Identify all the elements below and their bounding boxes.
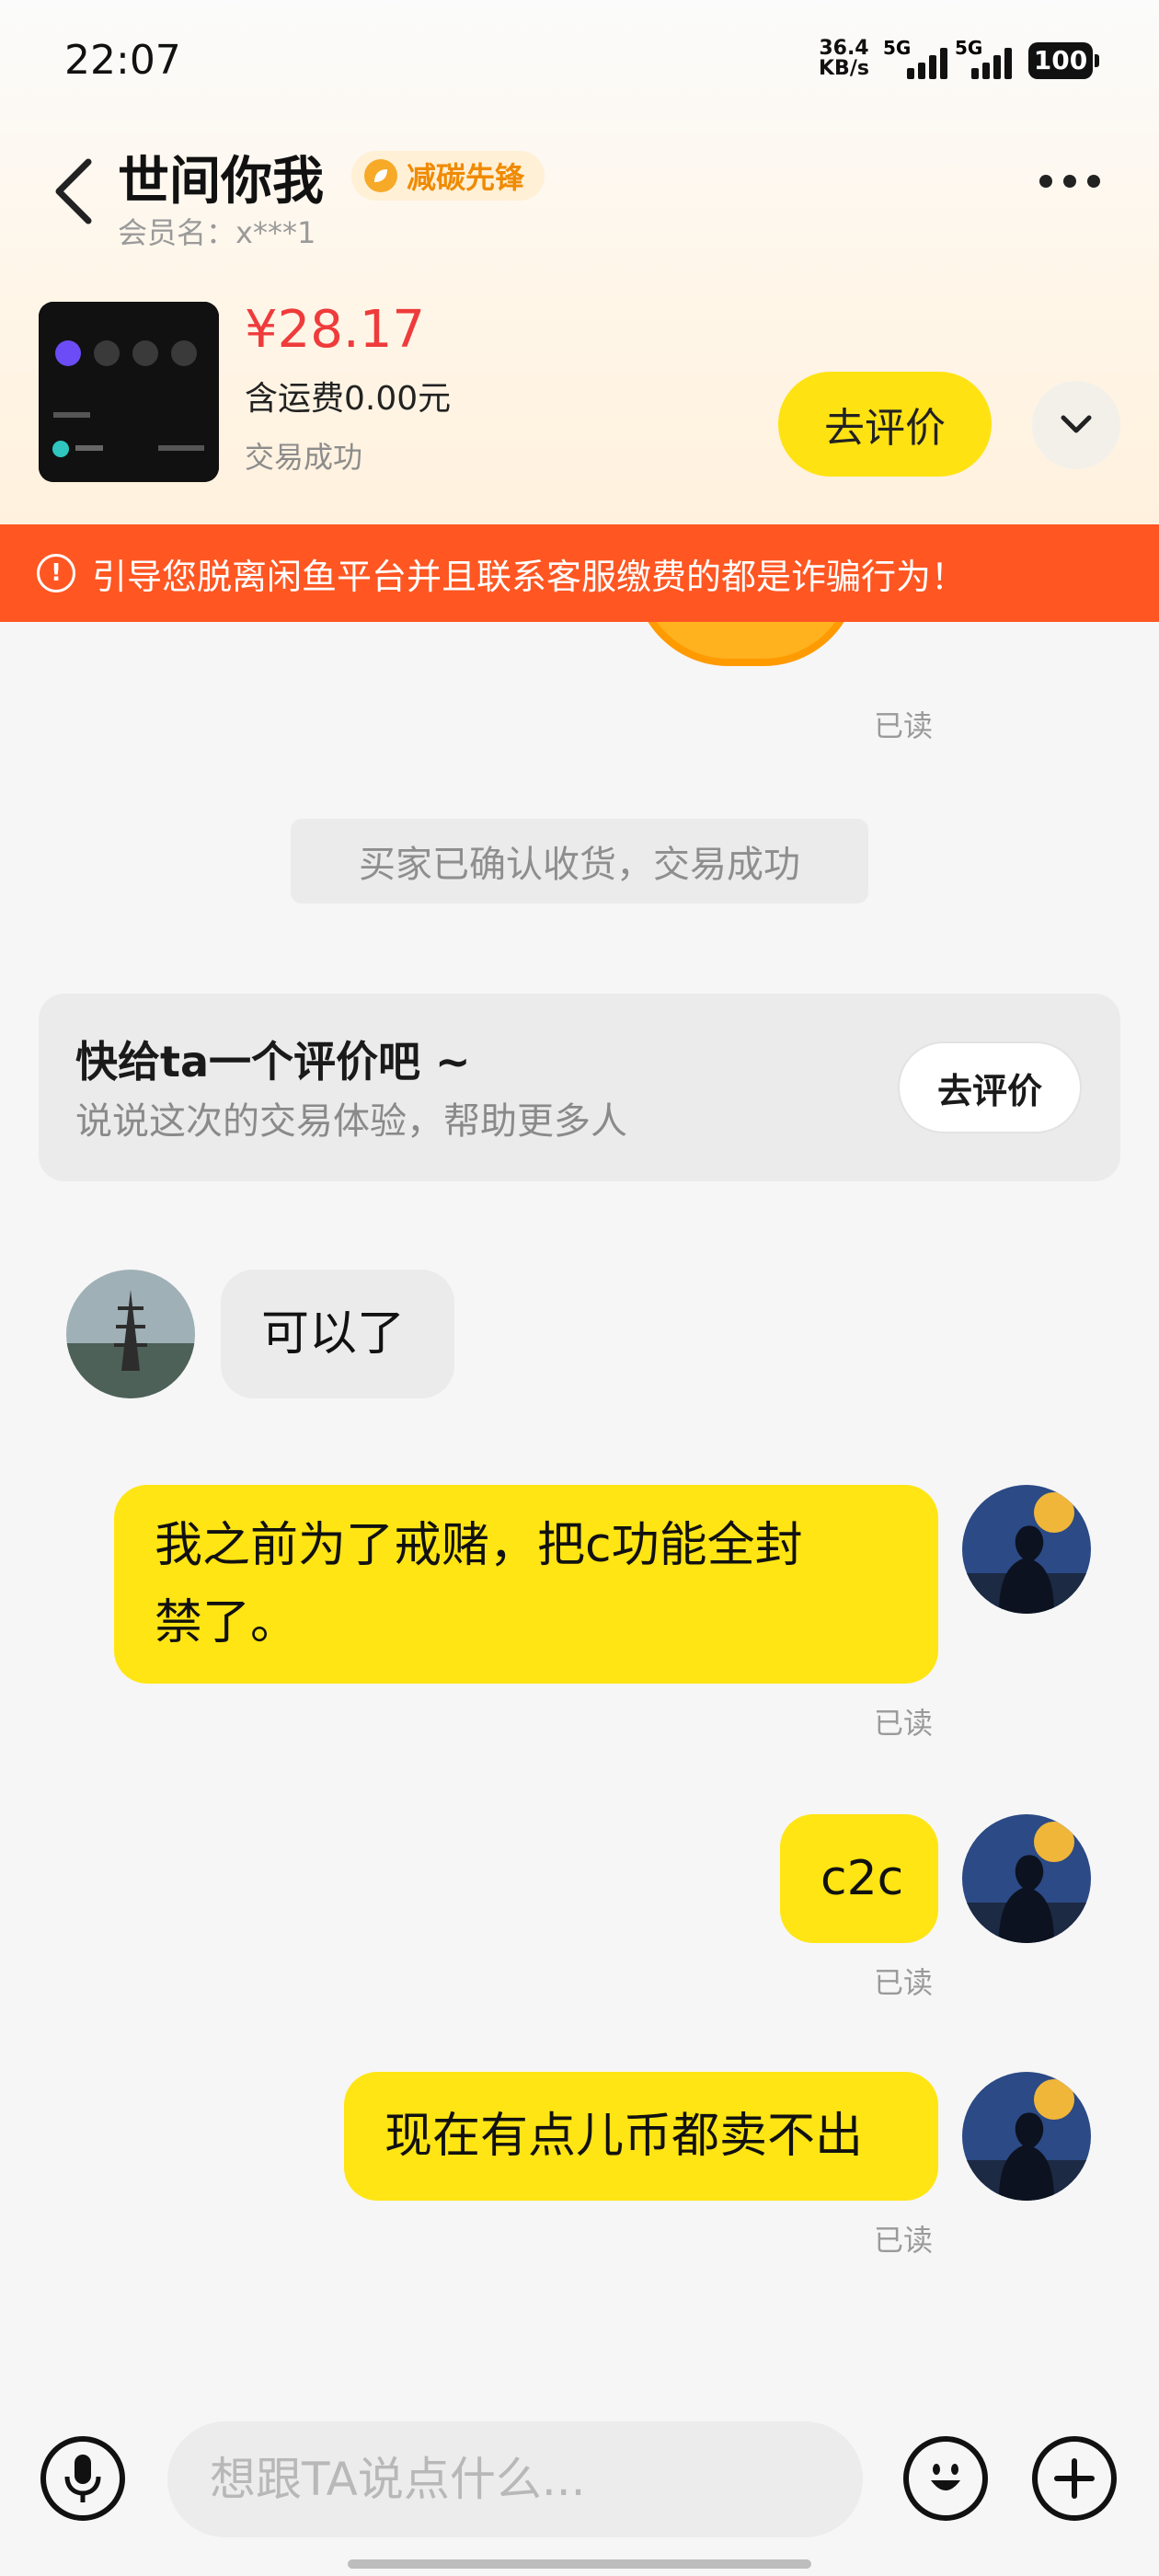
voice-icon[interactable] xyxy=(40,2436,125,2521)
message-input[interactable] xyxy=(167,2421,863,2537)
chevron-down-icon[interactable] xyxy=(1032,381,1120,469)
avatar-self[interactable] xyxy=(962,2072,1091,2201)
home-indicator[interactable] xyxy=(348,2559,811,2569)
product-thumbnail[interactable] xyxy=(39,302,219,482)
alert-icon: ! xyxy=(37,554,75,592)
carbon-badge[interactable]: 减碳先锋 xyxy=(351,151,545,201)
fraud-warning-banner: ! 引导您脱离闲鱼平台并且联系客服缴费的都是诈骗行为！ xyxy=(0,524,1159,622)
signal-icon-2: 5G xyxy=(955,37,1012,79)
leaf-icon xyxy=(364,159,397,192)
review-prompt-title: 快给ta一个评价吧 ~ xyxy=(75,1037,471,1087)
back-arrow-icon[interactable] xyxy=(48,155,103,228)
warning-text: 引导您脱离闲鱼平台并且联系客服缴费的都是诈骗行为！ xyxy=(92,556,967,597)
signal-icon: 5G xyxy=(883,37,947,79)
avatar-self[interactable] xyxy=(962,1485,1091,1614)
chat-screen: 22:07 36.4 KB/s 5G 5G 100 世间你我 减碳先锋 会员名：… xyxy=(0,0,1159,2576)
avatar-self[interactable] xyxy=(962,1814,1091,1943)
net-speed-value: 36.4 xyxy=(819,37,869,60)
more-icon[interactable] xyxy=(1039,175,1100,188)
message-line: 禁了。 xyxy=(155,1595,299,1650)
page-title: 世间你我 xyxy=(118,152,324,212)
avatar-seller[interactable] xyxy=(66,1270,195,1398)
message-bubble-right: 现在有点儿币都卖不出 xyxy=(344,2072,938,2201)
review-prompt-button[interactable]: 去评价 xyxy=(898,1041,1082,1133)
message-bubble-right: 我之前为了戒赌，把c功能全封 禁了。 xyxy=(114,1485,938,1684)
order-status: 交易成功 xyxy=(245,440,363,475)
message-bubble-right: c2c xyxy=(780,1814,938,1943)
member-name: 会员名：x***1 xyxy=(118,215,316,250)
price: ¥28.17 xyxy=(245,300,425,360)
review-button[interactable]: 去评价 xyxy=(778,372,992,477)
battery-icon: 100 xyxy=(1028,42,1099,79)
badge-label: 减碳先锋 xyxy=(407,160,525,195)
message-line: 我之前为了戒赌，把c功能全封 xyxy=(155,1518,803,1573)
plus-icon[interactable] xyxy=(1032,2436,1117,2521)
review-prompt-card: 快给ta一个评价吧 ~ 说说这次的交易体验，帮助更多人 去评价 xyxy=(39,994,1120,1181)
net-speed: 36.4 KB/s xyxy=(819,39,869,79)
review-prompt-subtitle: 说说这次的交易体验，帮助更多人 xyxy=(75,1100,627,1143)
header-area: 22:07 36.4 KB/s 5G 5G 100 世间你我 减碳先锋 会员名：… xyxy=(0,0,1159,524)
read-receipt: 已读 xyxy=(874,2223,934,2258)
message-bubble-left: 可以了 xyxy=(221,1270,454,1398)
read-receipt: 已读 xyxy=(874,1965,934,2000)
read-receipt: 已读 xyxy=(874,1706,934,1741)
net-speed-unit: KB/s xyxy=(819,57,869,80)
sim2-label: 5G xyxy=(955,37,983,59)
emoji-icon[interactable] xyxy=(903,2436,988,2521)
shipping-info: 含运费0.00元 xyxy=(245,380,452,418)
read-receipt: 已读 xyxy=(874,708,934,743)
system-message: 买家已确认收货，交易成功 xyxy=(291,819,868,903)
sim1-label: 5G xyxy=(883,37,912,59)
status-time: 22:07 xyxy=(64,37,181,84)
